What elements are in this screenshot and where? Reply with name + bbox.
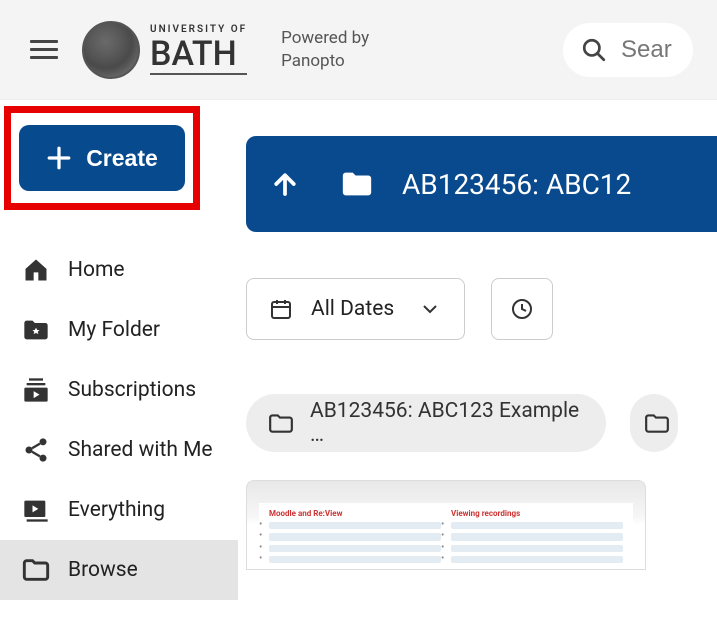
thumb-col2-title: Viewing recordings (451, 509, 623, 518)
sidebar-item-shared[interactable]: Shared with Me (0, 420, 238, 480)
sidebar-item-label: Shared with Me (68, 438, 213, 462)
subscriptions-icon (22, 376, 50, 404)
sidebar-item-everything[interactable]: Everything (0, 480, 238, 540)
sidebar-item-label: Subscriptions (68, 378, 196, 402)
sidebar-item-my-folder[interactable]: My Folder (0, 300, 238, 360)
clock-icon (510, 297, 534, 321)
sidebar-item-label: Everything (68, 498, 165, 522)
breadcrumb-more[interactable] (630, 394, 678, 452)
main-content: AB123456: ABC12 All Dates AB123456: ABC1… (238, 100, 717, 621)
brand-university: UNIVERSITY OF (150, 25, 247, 35)
search-input[interactable] (621, 36, 681, 64)
folder-icon (340, 167, 374, 201)
sidebar-item-subscriptions[interactable]: Subscriptions (0, 360, 238, 420)
search-icon (581, 37, 607, 63)
menu-toggle[interactable] (24, 30, 64, 70)
brand: UNIVERSITY OF BATH Powered by Panopto (82, 21, 369, 79)
folder-up-button[interactable] (246, 136, 324, 232)
sidebar-item-label: My Folder (68, 318, 160, 342)
breadcrumb-folder[interactable]: AB123456: ABC123 Example … (246, 394, 606, 452)
filter-row: All Dates (246, 278, 717, 340)
folder-outline-icon (22, 556, 50, 584)
folder-title: AB123456: ABC12 (402, 168, 631, 201)
sidebar-item-label: Home (68, 258, 125, 282)
folder-outline-icon (268, 410, 294, 436)
share-icon (22, 436, 50, 464)
plus-icon (46, 145, 72, 171)
breadcrumb-label: AB123456: ABC123 Example … (310, 399, 584, 447)
folder-header: AB123456: ABC12 (246, 136, 717, 232)
date-filter-label: All Dates (311, 297, 394, 321)
folder-outline-icon (644, 410, 670, 436)
breadcrumb-row: AB123456: ABC123 Example … (246, 394, 717, 452)
sidebar: Create Home My Folder Subscriptions Shar… (0, 100, 238, 621)
star-folder-icon (22, 316, 50, 344)
arrow-up-icon (270, 169, 300, 199)
video-thumbnail[interactable]: Moodle and Re:View Viewing recordings (246, 480, 646, 570)
sidebar-item-browse[interactable]: Browse (0, 540, 238, 600)
search-box[interactable] (563, 23, 693, 77)
sidebar-item-label: Browse (68, 558, 138, 582)
powered-by: Powered by Panopto (281, 27, 369, 71)
date-filter[interactable]: All Dates (246, 278, 465, 340)
create-label: Create (86, 145, 158, 172)
brand-logo: UNIVERSITY OF BATH (82, 21, 247, 79)
chevron-down-icon (418, 297, 442, 321)
time-filter[interactable] (491, 278, 553, 340)
video-stack-icon (22, 496, 50, 524)
create-highlight: Create (4, 106, 200, 210)
calendar-icon (269, 297, 293, 321)
sidebar-item-home[interactable]: Home (0, 240, 238, 300)
top-bar: UNIVERSITY OF BATH Powered by Panopto (0, 0, 717, 100)
create-button[interactable]: Create (19, 125, 185, 191)
brand-name: BATH (150, 37, 247, 75)
sidebar-nav: Home My Folder Subscriptions Shared with… (0, 240, 238, 600)
home-icon (22, 256, 50, 284)
thumb-col1-title: Moodle and Re:View (269, 509, 441, 518)
brand-seal-icon (82, 21, 140, 79)
